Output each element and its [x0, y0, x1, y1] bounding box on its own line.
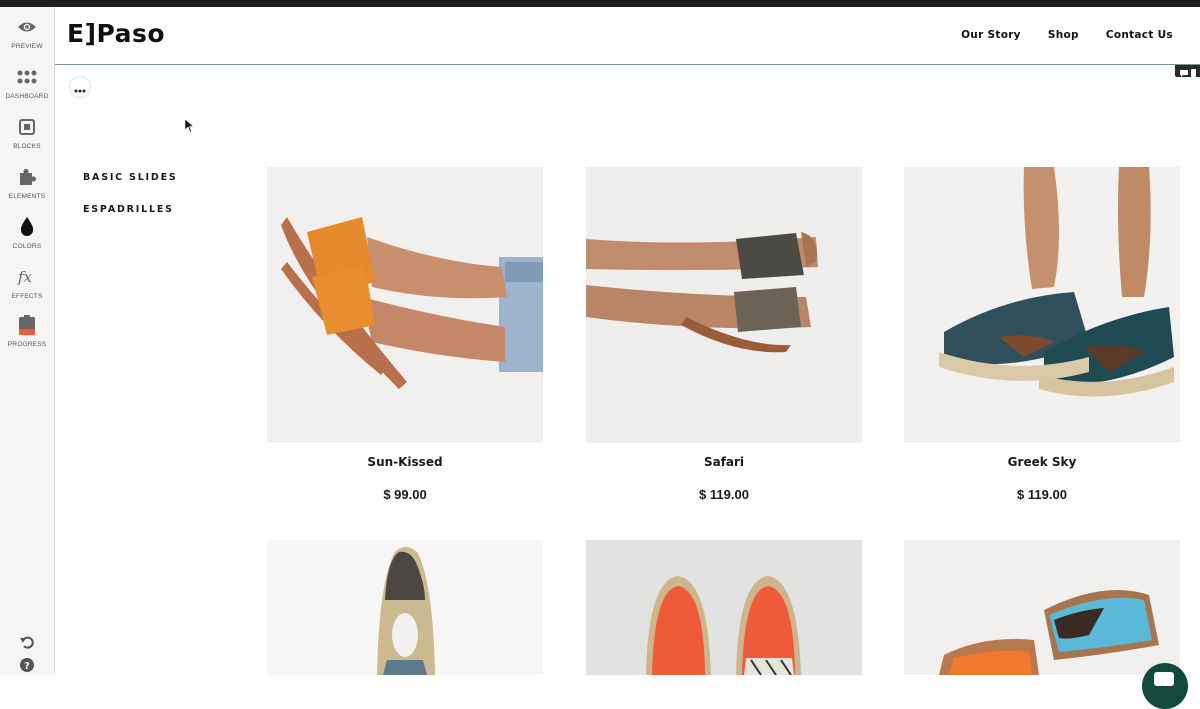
more-dots-icon [74, 78, 86, 97]
mobile-icon [1190, 62, 1196, 81]
sidebar-item-label: DASHBOARD [5, 93, 49, 100]
product-price: $ 99.00 [383, 487, 427, 502]
block-square-icon [16, 116, 38, 138]
product-card[interactable]: Safari $ 119.00 [586, 167, 862, 502]
top-bar [0, 0, 1200, 7]
help-button[interactable]: ? [0, 656, 54, 676]
mouse-pointer-icon [184, 117, 195, 136]
product-card[interactable] [267, 540, 543, 675]
sidebar-item-label: EFFECTS [11, 293, 43, 300]
svg-text:fx: fx [17, 268, 33, 286]
product-card[interactable]: Greek Sky $ 119.00 [904, 167, 1180, 502]
grid-dots-icon [16, 66, 38, 88]
nav-link-contact-us[interactable]: Contact Us [1106, 29, 1173, 41]
sidebar-item-blocks[interactable]: BLOCKS [0, 114, 54, 160]
product-image[interactable] [904, 540, 1180, 675]
sidebar-item-elements[interactable]: ELEMENTS [0, 164, 54, 210]
fx-icon: fx [16, 266, 38, 288]
category-basic-slides[interactable]: BASIC SLIDES [83, 172, 178, 183]
progress-battery-icon [16, 314, 38, 336]
product-image[interactable] [267, 540, 543, 675]
undo-button[interactable] [0, 634, 54, 654]
droplet-icon [16, 216, 38, 238]
eye-icon [16, 16, 38, 38]
sidebar-item-label: BLOCKS [13, 143, 41, 150]
puzzle-piece-icon [16, 166, 38, 188]
section-toolbar-tag[interactable] [1175, 65, 1200, 77]
chat-widget-button[interactable] [1142, 663, 1188, 709]
sidebar-item-preview[interactable]: PREVIEW [0, 14, 54, 60]
product-image[interactable] [586, 167, 862, 443]
product-price: $ 119.00 [1017, 487, 1067, 502]
undo-icon [19, 635, 35, 654]
comment-icon [1179, 62, 1188, 81]
product-card[interactable] [586, 540, 862, 675]
sidebar-item-label: ELEMENTS [8, 193, 46, 200]
product-image[interactable] [586, 540, 862, 675]
product-card[interactable] [904, 540, 1180, 675]
section-options-button[interactable] [70, 77, 90, 97]
site-canvas: E]Paso Our Story Shop Contact Us BASIC S… [55, 7, 1200, 709]
svg-text:?: ? [24, 661, 30, 672]
product-image[interactable] [267, 167, 543, 443]
category-list: BASIC SLIDES ESPADRILLES [83, 172, 178, 236]
site-nav: Our Story Shop Contact Us [961, 29, 1173, 41]
sidebar-item-dashboard[interactable]: DASHBOARD [0, 64, 54, 110]
site-logo[interactable]: E]Paso [67, 19, 165, 48]
product-image[interactable] [904, 167, 1180, 443]
product-name[interactable]: Sun-Kissed [267, 455, 543, 469]
site-header: E]Paso Our Story Shop Contact Us [55, 7, 1200, 65]
chat-icon [1154, 672, 1174, 686]
product-price: $ 119.00 [699, 487, 749, 502]
sidebar-item-effects[interactable]: fx EFFECTS [0, 264, 54, 310]
sidebar-item-colors[interactable]: COLORS [0, 214, 54, 260]
sidebar-item-label: PROGRESS [7, 341, 47, 348]
category-espadrilles[interactable]: ESPADRILLES [83, 204, 178, 215]
product-name[interactable]: Safari [586, 455, 862, 469]
product-name[interactable]: Greek Sky [904, 455, 1180, 469]
help-icon: ? [20, 657, 34, 676]
nav-link-our-story[interactable]: Our Story [961, 29, 1021, 41]
sidebar-item-label: PREVIEW [11, 43, 43, 50]
product-card[interactable]: Sun-Kissed $ 99.00 [267, 167, 543, 502]
nav-link-shop[interactable]: Shop [1048, 29, 1079, 41]
editor-sidebar: PREVIEW DASHBOARD BLOCKS ELEMENTS COLORS… [0, 7, 55, 675]
sidebar-item-progress[interactable]: PROGRESS [0, 312, 54, 358]
sidebar-item-label: COLORS [12, 243, 42, 250]
